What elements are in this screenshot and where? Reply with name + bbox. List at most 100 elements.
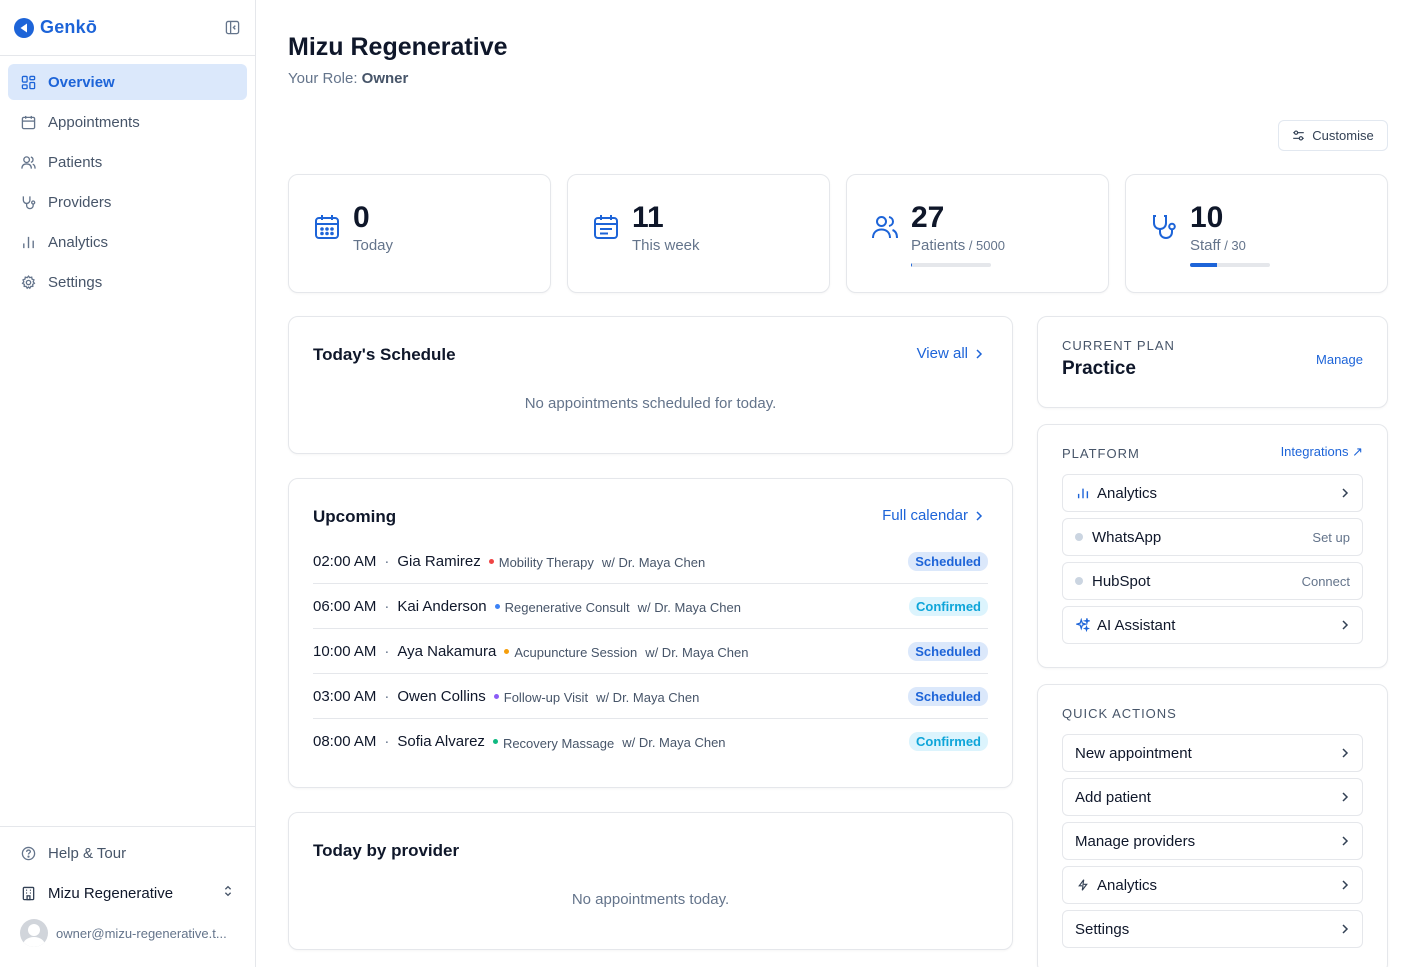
appt-time: 06:00 AM (313, 597, 377, 615)
gear-icon (20, 274, 36, 290)
chevron-right-icon (974, 510, 984, 521)
table-row[interactable]: 10:00 AM · Aya Nakamura Acupuncture Sessi… (313, 629, 988, 674)
stat-limit: / 30 (1220, 238, 1246, 253)
appt-time: 08:00 AM (313, 733, 377, 750)
appt-provider: w/ Dr. Maya Chen (637, 599, 741, 615)
status-badge: Scheduled (908, 641, 988, 661)
appt-patient[interactable]: Owen Collins (397, 688, 485, 705)
status-badge: Confirmed (909, 732, 988, 751)
users-icon (871, 213, 899, 241)
plan-label: CURRENT PLAN (1062, 338, 1175, 353)
plan-name: Practice (1062, 358, 1136, 379)
new-appointment-button[interactable]: New appointment (1062, 734, 1363, 772)
brand-logo-icon[interactable] (14, 17, 34, 38)
full-calendar-link[interactable]: Full calendar (882, 507, 984, 524)
service-dot (493, 693, 499, 699)
sidebar-item-appointments[interactable]: Appointments (8, 104, 247, 140)
analytics-action-button[interactable]: Analytics (1062, 866, 1363, 904)
stat-value: 27 (911, 201, 945, 234)
sidebar-item-analytics[interactable]: Analytics (8, 224, 247, 260)
stat-card-staff[interactable]: 10 Staff / 30 (1125, 174, 1388, 293)
status-badge: Scheduled (908, 551, 988, 571)
bar-chart-icon (1075, 485, 1091, 501)
service-dot (492, 739, 498, 744)
empty-state: No appointments today. (571, 891, 730, 908)
platform-item-whatsapp[interactable]: WhatsApp Set up (1062, 518, 1363, 556)
sidebar-item-patients[interactable]: Patients (8, 144, 247, 180)
sparkles-icon (1075, 617, 1091, 633)
service-dot (494, 603, 500, 609)
sidebar-item-label: Overview (48, 73, 115, 91)
status-dot-icon (1075, 533, 1083, 541)
patients-progress-bar (911, 263, 991, 267)
sliders-icon (1292, 129, 1305, 142)
appt-service: Acupuncture Session (514, 645, 638, 660)
card-title: Today by provider (313, 841, 460, 860)
sidebar-item-providers[interactable]: Providers (8, 184, 247, 220)
stat-card-patients[interactable]: 27 Patients / 5000 (846, 174, 1109, 293)
table-row[interactable]: 03:00 AM · Owen Collins Follow-up Visit w… (313, 674, 988, 719)
today-by-provider-card: Today by provider No appointments today. (288, 812, 1013, 950)
main-content: Mizu Regenerative Your Role: Owner Custo… (257, 0, 1420, 967)
connect-action[interactable]: Connect (1302, 574, 1350, 589)
action-label: New appointment (1075, 744, 1192, 762)
grid-icon (20, 74, 36, 90)
status-badge: Confirmed (909, 596, 988, 616)
chevron-right-icon (1340, 880, 1350, 890)
table-row[interactable]: 02:00 AM · Gia Ramirez Mobility Therapy w… (313, 539, 988, 584)
stat-value: 11 (632, 201, 664, 234)
current-plan-card: CURRENT PLAN Practice Manage (1037, 316, 1388, 408)
platform-card: PLATFORM Integrations ↗ Analytics WhatsA… (1037, 424, 1388, 668)
chevron-right-icon (974, 348, 984, 359)
stat-label: Today (353, 237, 394, 254)
progress-fill (1190, 263, 1217, 267)
sidebar-item-settings[interactable]: Settings (8, 264, 247, 300)
chevron-right-icon (1340, 748, 1350, 758)
appt-service: Recovery Massage (502, 735, 615, 751)
stat-label: Patients / 5000 (911, 237, 1005, 254)
customise-button[interactable]: Customise (1278, 120, 1388, 151)
sidebar-item-overview[interactable]: Overview (8, 64, 247, 100)
settings-action-button[interactable]: Settings (1062, 910, 1363, 948)
stat-label: This week (632, 237, 700, 254)
appt-time: 02:00 AM (313, 552, 377, 570)
setup-action[interactable]: Set up (1312, 530, 1350, 545)
main-nav: Overview Appointments Patients Providers… (0, 56, 255, 312)
platform-item-analytics[interactable]: Analytics (1062, 474, 1363, 512)
add-patient-button[interactable]: Add patient (1062, 778, 1363, 816)
role-line: Your Role: Owner (288, 70, 408, 87)
integrations-link[interactable]: Integrations ↗ (1281, 444, 1363, 460)
appt-service: Regenerative Consult (504, 600, 630, 615)
brand-name[interactable]: Genkō (40, 17, 97, 38)
sidebar-collapse-icon[interactable] (223, 19, 241, 37)
appt-time: 03:00 AM (313, 687, 377, 705)
stat-card-week[interactable]: 11 This week (567, 174, 830, 293)
calendar-icon (313, 213, 341, 241)
platform-item-ai-assistant[interactable]: AI Assistant (1062, 606, 1363, 644)
appt-patient[interactable]: Aya Nakamura (397, 643, 496, 660)
appt-patient[interactable]: Kai Anderson (397, 598, 486, 615)
quick-actions-label: QUICK ACTIONS (1062, 706, 1177, 721)
stat-card-today[interactable]: 0 Today (288, 174, 551, 293)
status-badge: Scheduled (908, 686, 988, 706)
appt-patient[interactable]: Gia Ramirez (397, 553, 480, 570)
manage-providers-button[interactable]: Manage providers (1062, 822, 1363, 860)
manage-plan-link[interactable]: Manage (1316, 352, 1363, 367)
appt-provider: w/ Dr. Maya Chen (645, 644, 749, 660)
help-tour-button[interactable]: Help & Tour (8, 835, 247, 871)
sidebar-item-label: Providers (48, 193, 112, 211)
upcoming-card: Upcoming Full calendar 02:00 AM · Gia Ram… (288, 478, 1013, 788)
org-switcher[interactable]: Mizu Regenerative (8, 875, 247, 911)
table-row[interactable]: 06:00 AM · Kai Anderson Regenerative Cons… (313, 584, 988, 629)
appt-provider: w/ Dr. Maya Chen (596, 689, 700, 705)
building-icon (20, 885, 36, 901)
view-all-link[interactable]: View all (917, 345, 984, 362)
platform-item-label: AI Assistant (1097, 616, 1176, 634)
zap-icon (1075, 877, 1091, 893)
table-row[interactable]: 08:00 AM · Sofia Alvarez Recovery Massage… (313, 719, 988, 764)
platform-item-hubspot[interactable]: HubSpot Connect (1062, 562, 1363, 600)
appt-provider: w/ Dr. Maya Chen (601, 554, 706, 570)
chevrons-up-down-icon (221, 884, 235, 902)
user-account[interactable]: owner@mizu-regenerative.t... (8, 915, 247, 951)
appt-patient[interactable]: Sofia Alvarez (397, 733, 485, 750)
